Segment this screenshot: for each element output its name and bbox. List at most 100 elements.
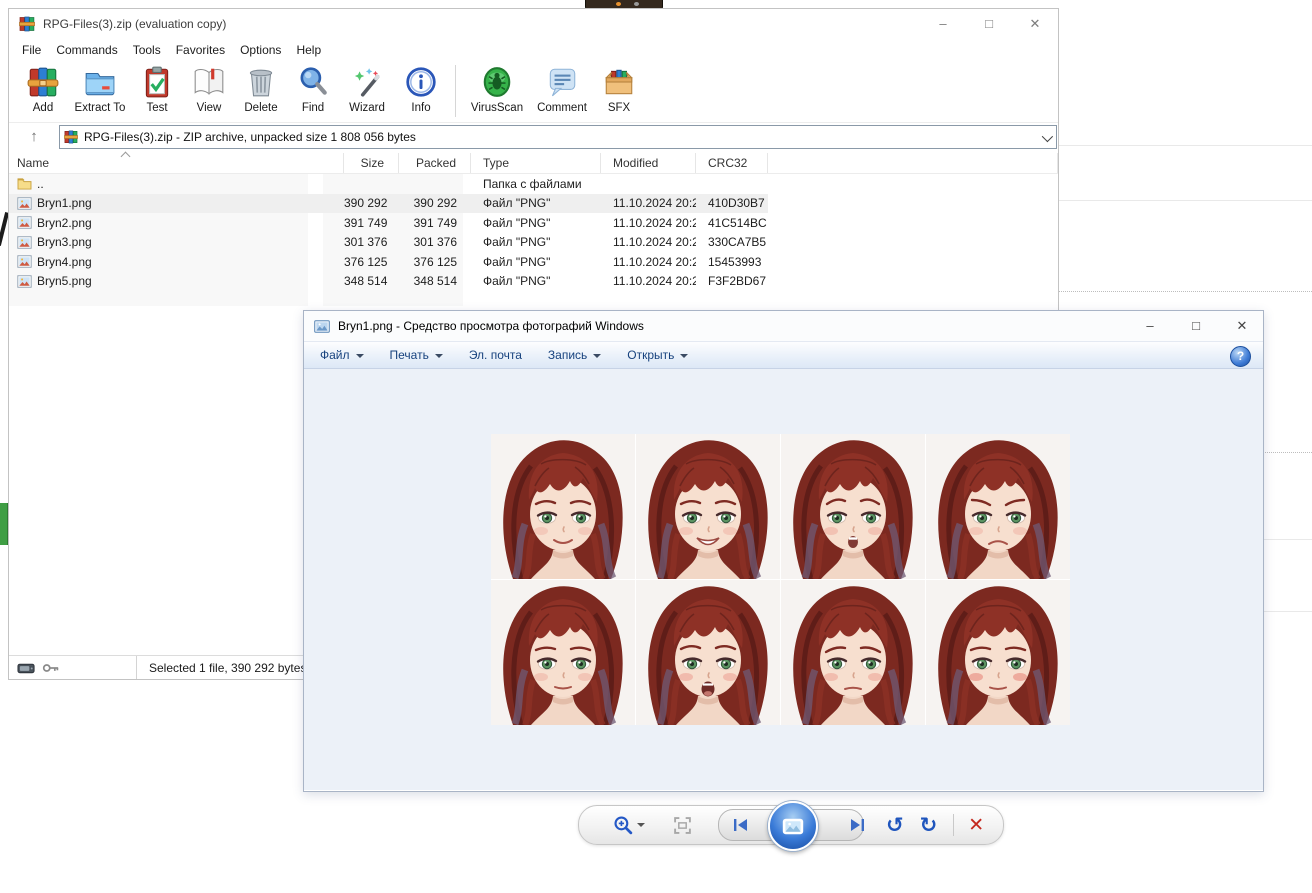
viewer-menu-эл-почта[interactable]: Эл. почта — [469, 348, 522, 362]
file-cell-type: Папка с файлами — [471, 177, 601, 191]
toolbar-button-label: Info — [411, 102, 430, 114]
viewer-menu-запись[interactable]: Запись — [548, 348, 601, 362]
chevron-down-icon[interactable] — [637, 823, 645, 827]
file-row-bryn1-png[interactable]: Bryn1.png390 292390 292Файл "PNG"11.10.2… — [9, 194, 1058, 214]
close-button[interactable]: ✕ — [1231, 311, 1253, 341]
file-row-bryn4-png[interactable]: Bryn4.png376 125376 125Файл "PNG"11.10.2… — [9, 252, 1058, 272]
rotate-cw-button[interactable]: ↻ — [920, 815, 938, 836]
file-name: .. — [37, 177, 44, 191]
toolbar-button-label: View — [197, 102, 222, 114]
delete-button[interactable]: ✕ — [968, 816, 984, 835]
file-cell-crc32: 15453993 — [696, 255, 768, 269]
virusscan-button[interactable]: VirusScan — [464, 61, 530, 114]
archive-path-text: RPG-Files(3).zip - ZIP archive, unpacked… — [84, 130, 416, 144]
column-header-packed[interactable]: Packed — [399, 153, 471, 173]
png-image-icon — [17, 216, 32, 229]
archive-path-combobox[interactable]: RPG-Files(3).zip - ZIP archive, unpacked… — [59, 125, 1057, 149]
menu-commands[interactable]: Commands — [55, 41, 118, 59]
file-row--[interactable]: .. Папка с файлами — [9, 174, 1058, 194]
file-cell-type: Файл "PNG" — [471, 235, 601, 249]
wizard-button[interactable]: Wizard — [339, 61, 395, 114]
viewer-menu-файл[interactable]: Файл — [320, 348, 364, 362]
viewer-menu-печать[interactable]: Печать — [390, 348, 443, 362]
maximize-button[interactable]: □ — [974, 9, 1004, 39]
portrait-grin: .m{fill:none;stroke:#a85248;stroke-width… — [636, 434, 780, 579]
test-button[interactable]: Test — [131, 61, 183, 114]
sfx-box-icon — [602, 65, 636, 99]
file-cell-type: Файл "PNG" — [471, 216, 601, 230]
fit-to-window-button[interactable] — [673, 816, 692, 835]
menu-tools[interactable]: Tools — [132, 41, 162, 59]
viewer-menu-открыть[interactable]: Открыть — [627, 348, 688, 362]
file-cell-packed: 301 376 — [399, 235, 471, 249]
file-name-cell: Bryn3.png — [9, 235, 344, 249]
column-header-size[interactable]: Size — [344, 153, 399, 173]
slideshow-button[interactable] — [768, 801, 818, 851]
comment-button[interactable]: Comment — [530, 61, 594, 114]
file-row-bryn3-png[interactable]: Bryn3.png301 376301 376Файл "PNG"11.10.2… — [9, 233, 1058, 253]
sfx-button[interactable]: SFX — [594, 61, 644, 114]
close-button[interactable]: ✕ — [1020, 9, 1050, 39]
background-dotted-line — [1058, 291, 1312, 292]
extract-to-button[interactable]: Extract To — [69, 61, 131, 114]
menu-help[interactable]: Help — [295, 41, 322, 59]
file-list-header: NameSizePackedTypeModifiedCRC32 — [9, 153, 1058, 174]
file-cell-size: 348 514 — [344, 274, 399, 288]
winrar-app-icon — [19, 16, 35, 32]
background-line — [1263, 539, 1312, 540]
file-cell-modified: 11.10.2024 20:29 — [601, 235, 696, 249]
delete-button[interactable]: Delete — [235, 61, 287, 114]
file-cell-size: 391 749 — [344, 216, 399, 230]
minimize-button[interactable]: – — [928, 9, 958, 39]
photo-image-bryn1: .m{fill:none;stroke:#a85248;stroke-width… — [491, 434, 1070, 725]
file-cell-size: 301 376 — [344, 235, 399, 249]
game-sliver-gray-dot — [634, 2, 639, 6]
chevron-down-icon[interactable] — [1042, 131, 1053, 142]
up-one-level-button[interactable]: ↑ — [21, 125, 47, 149]
toolbar-button-label: VirusScan — [471, 102, 523, 114]
photo-viewer-titlebar[interactable]: Bryn1.png - Средство просмотра фотографи… — [304, 311, 1263, 341]
maximize-button[interactable]: □ — [1185, 311, 1207, 341]
zoom-button[interactable] — [613, 815, 645, 836]
file-cell-packed: 348 514 — [399, 274, 471, 288]
winrar-titlebar[interactable]: RPG-Files(3).zip (evaluation copy) — [9, 9, 1058, 39]
game-sliver-orange-dot — [616, 2, 621, 6]
viewer-menu-label: Эл. почта — [469, 348, 522, 362]
help-button[interactable]: ? — [1230, 346, 1251, 367]
background-dotted-line — [1263, 452, 1312, 453]
portrait-sad: .m{fill:none;stroke:#a85248;stroke-width… — [781, 580, 925, 725]
view-button[interactable]: View — [183, 61, 235, 114]
column-header-crc32[interactable]: CRC32 — [696, 153, 768, 173]
winrar-caption-buttons: – □ ✕ — [928, 9, 1050, 39]
file-name: Bryn4.png — [37, 255, 92, 269]
previous-button[interactable] — [731, 816, 751, 834]
column-header-type[interactable]: Type — [471, 153, 601, 173]
file-name-cell: .. — [9, 177, 344, 191]
photo-viewer-window: Bryn1.png - Средство просмотра фотографи… — [303, 310, 1264, 792]
menu-file[interactable]: File — [21, 41, 42, 59]
menu-options[interactable]: Options — [239, 41, 282, 59]
rotate-ccw-button[interactable]: ↺ — [886, 815, 904, 836]
file-cell-packed: 376 125 — [399, 255, 471, 269]
portrait-frown: .m{fill:none;stroke:#a85248;stroke-width… — [926, 434, 1070, 579]
column-header-modified[interactable]: Modified — [601, 153, 696, 173]
info-button[interactable]: Info — [395, 61, 447, 114]
menu-favorites[interactable]: Favorites — [175, 41, 226, 59]
column-header-name[interactable]: Name — [9, 153, 344, 173]
minimize-button[interactable]: – — [1139, 311, 1161, 341]
file-row-bryn2-png[interactable]: Bryn2.png391 749391 749Файл "PNG"11.10.2… — [9, 213, 1058, 233]
file-cell-crc32: F3F2BD67 — [696, 274, 768, 288]
file-cell-type: Файл "PNG" — [471, 196, 601, 210]
statusbar-text: Selected 1 file, 390 292 bytes — [149, 661, 306, 675]
file-cell-crc32: 41C514BC — [696, 216, 768, 230]
file-name: Bryn2.png — [37, 216, 92, 230]
next-button[interactable] — [847, 816, 867, 834]
info-circle-icon — [404, 65, 438, 99]
toolbar-button-label: Extract To — [75, 102, 126, 114]
add-button[interactable]: Add — [17, 61, 69, 114]
slideshow-image-icon — [782, 818, 804, 835]
background-line — [1058, 145, 1312, 146]
file-row-bryn5-png[interactable]: Bryn5.png348 514348 514Файл "PNG"11.10.2… — [9, 272, 1058, 292]
file-name: Bryn3.png — [37, 235, 92, 249]
find-button[interactable]: Find — [287, 61, 339, 114]
